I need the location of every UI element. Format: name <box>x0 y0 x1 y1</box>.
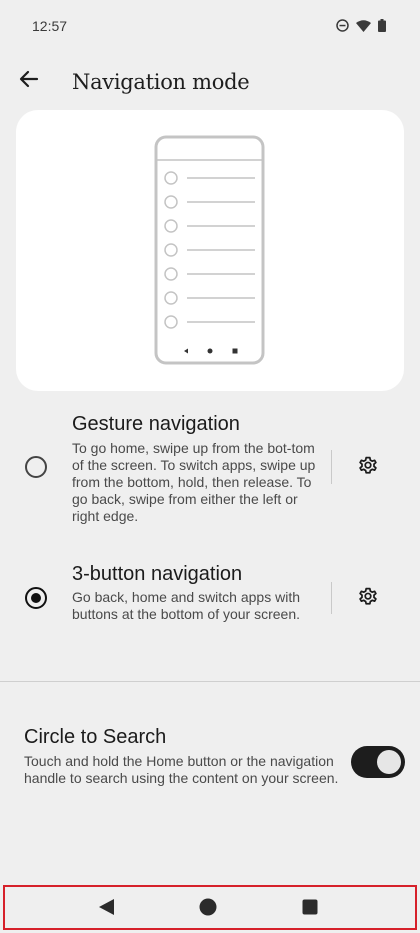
gesture-navigation-radio[interactable] <box>25 456 47 478</box>
gear-icon <box>357 585 379 612</box>
option-description: To go home, swipe up from the bot-tom of… <box>72 440 316 524</box>
app-bar: Navigation mode <box>0 58 420 110</box>
option-title: 3-button navigation <box>72 563 243 585</box>
circle-to-search-toggle[interactable] <box>351 746 405 778</box>
option-3-button-navigation[interactable]: 3-button navigation Go back, home and sw… <box>0 558 420 648</box>
gesture-settings-button[interactable] <box>352 451 384 483</box>
option-gesture-navigation[interactable]: Gesture navigation To go home, swipe up … <box>0 408 420 538</box>
back-triangle-icon <box>98 898 116 921</box>
navigation-illustration-card <box>16 110 404 391</box>
battery-icon <box>378 19 386 32</box>
status-time: 12:57 <box>32 18 68 34</box>
section-divider <box>0 681 420 682</box>
phone-illustration <box>154 135 265 365</box>
option-description: Go back, home and switch apps with butto… <box>72 589 301 622</box>
divider <box>331 582 332 614</box>
gear-icon <box>357 454 379 481</box>
status-bar: 12:57 <box>0 0 420 52</box>
circle-to-search-title: Circle to Search <box>24 726 167 748</box>
3-button-navigation-radio[interactable] <box>25 587 47 609</box>
nav-back-button[interactable] <box>97 898 117 921</box>
home-circle-icon <box>199 898 217 921</box>
nav-recents-button[interactable] <box>300 899 320 919</box>
do-not-disturb-icon <box>336 19 349 32</box>
divider <box>331 450 332 484</box>
page-title: Navigation mode <box>72 70 250 94</box>
back-button[interactable] <box>14 66 44 96</box>
toggle-knob <box>377 750 401 774</box>
nav-home-button[interactable] <box>198 898 218 921</box>
recents-square-icon <box>302 899 318 920</box>
arrow-back-icon <box>19 69 39 94</box>
3-button-settings-button[interactable] <box>352 582 384 614</box>
status-icons <box>336 19 386 32</box>
system-navigation-bar <box>3 885 417 930</box>
wifi-icon <box>356 19 371 32</box>
circle-to-search-description: Touch and hold the Home button or the na… <box>24 753 339 786</box>
option-title: Gesture navigation <box>72 413 240 435</box>
